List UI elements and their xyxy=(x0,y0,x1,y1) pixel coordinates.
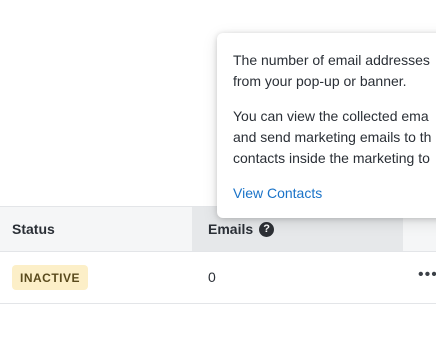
status-badge: INACTIVE xyxy=(12,265,89,290)
more-actions-icon[interactable]: ••• xyxy=(418,266,436,284)
popover-text-line: You can view the collected ema xyxy=(233,108,429,124)
popover-text-line: The number of email addresses xyxy=(233,52,430,68)
view-contacts-link[interactable]: View Contacts xyxy=(233,183,322,204)
emails-info-popover: The number of email addresses from your … xyxy=(217,33,436,218)
column-header-emails-label: Emails xyxy=(208,221,254,237)
emails-count: 0 xyxy=(208,269,216,285)
popover-text-line: and send marketing emails to th xyxy=(233,129,432,145)
table-row: INACTIVE 0 ••• xyxy=(0,252,436,304)
popover-text-line: from your pop-up or banner. xyxy=(233,73,407,89)
help-icon[interactable]: ? xyxy=(259,221,275,237)
popover-text-line: contacts inside the marketing to xyxy=(233,150,430,166)
column-header-status[interactable]: Status xyxy=(12,207,55,251)
